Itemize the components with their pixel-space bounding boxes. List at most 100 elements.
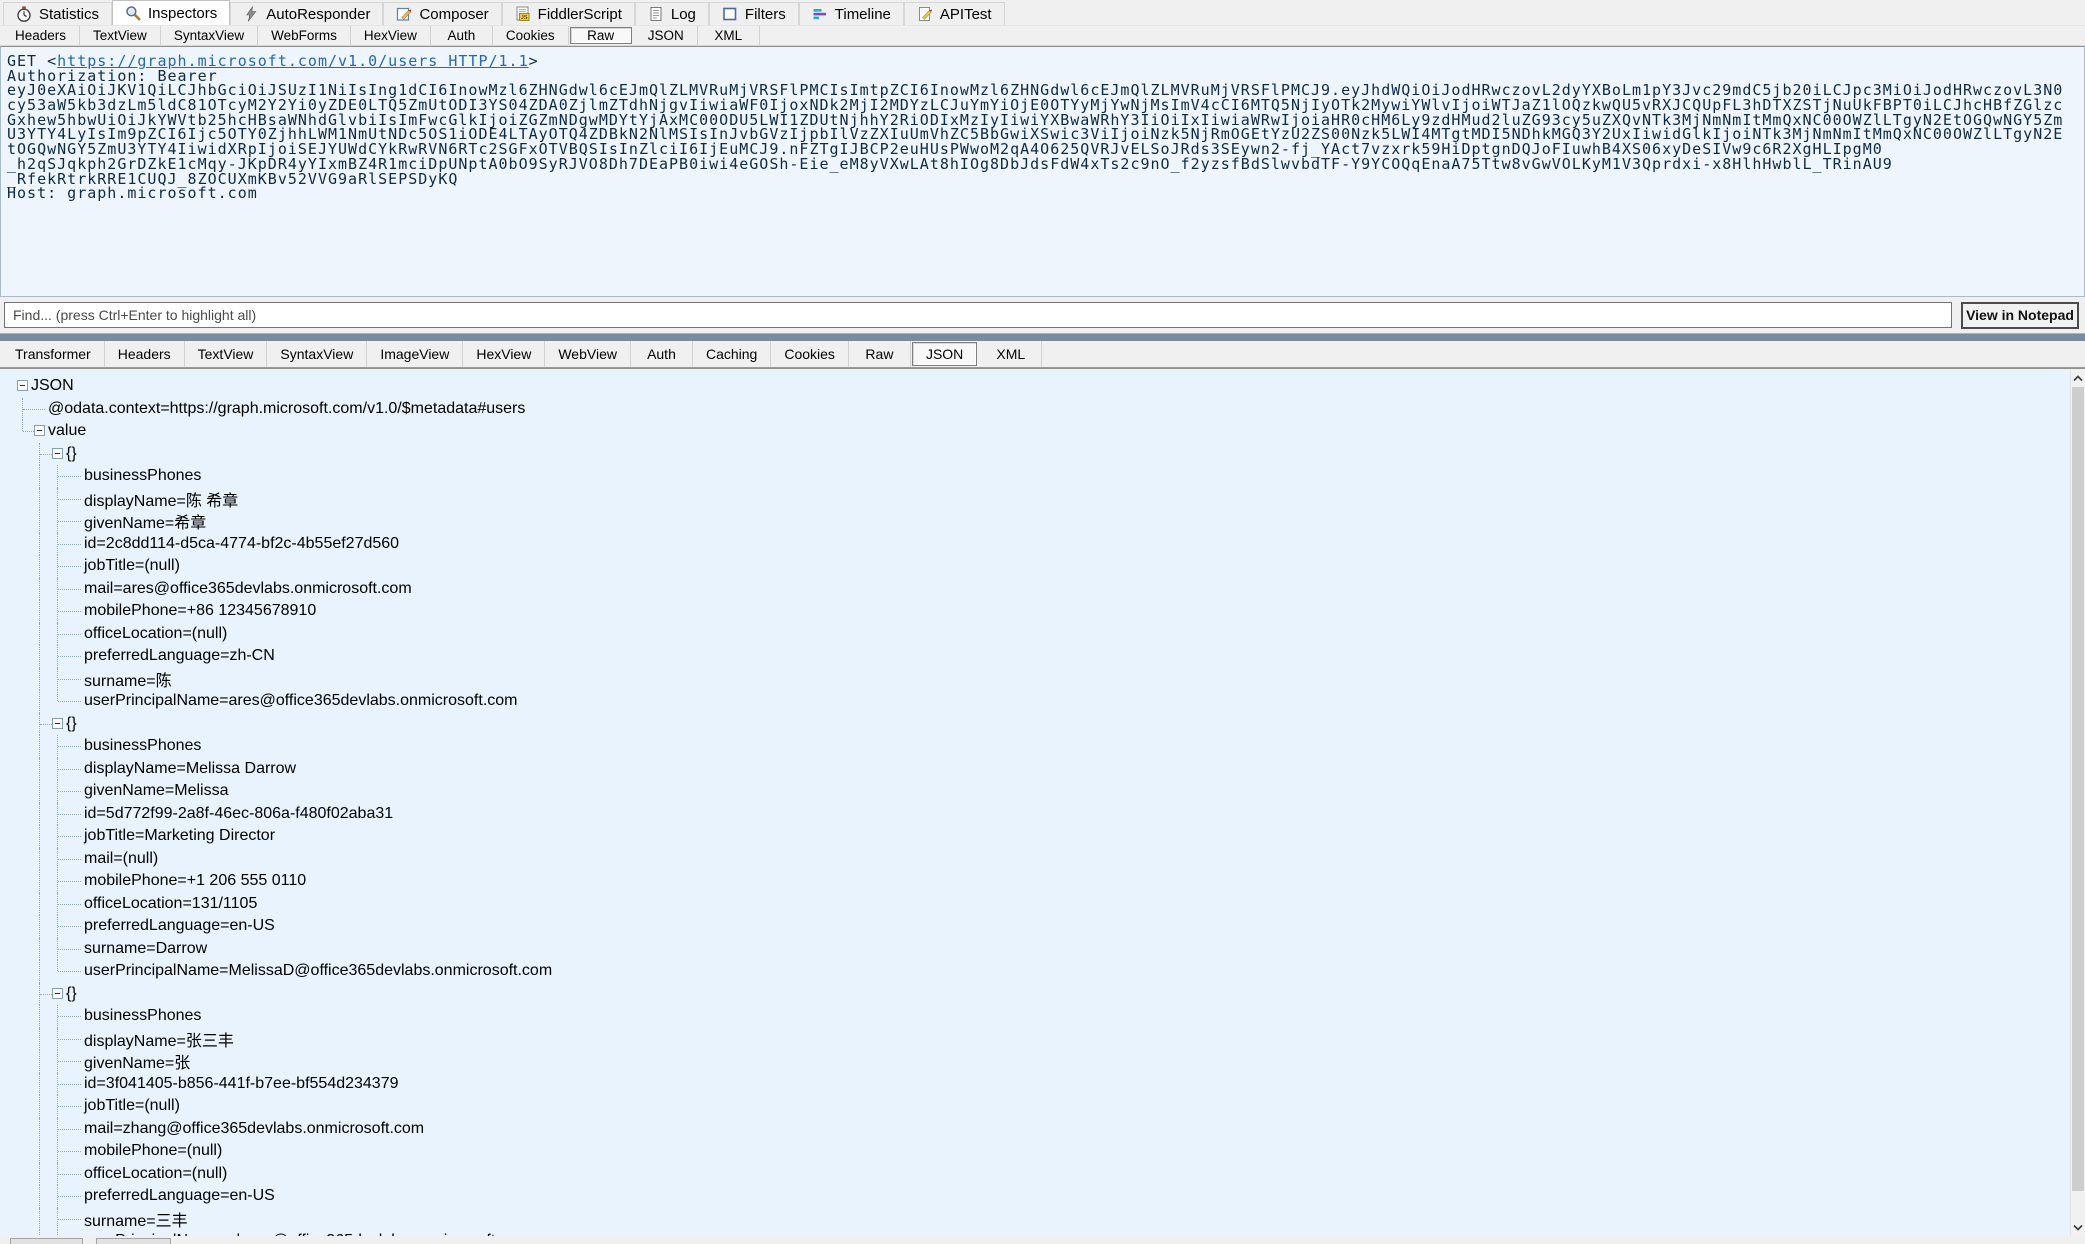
tree-node-label[interactable]: jobTitle=(null) — [84, 557, 180, 575]
find-input[interactable] — [4, 302, 1952, 328]
main-tab-label: Composer — [419, 6, 488, 23]
request-tab-hexview[interactable]: HexView — [351, 26, 431, 45]
tree-node-label[interactable]: surname=陈 — [84, 667, 172, 691]
tree-scrollbar[interactable] — [2070, 369, 2085, 1236]
main-tab-timeline[interactable]: Timeline — [799, 2, 904, 25]
tree-node-label[interactable]: mail=ares@office365devlabs.onmicrosoft.c… — [84, 580, 412, 598]
tree-node-label[interactable]: displayName=陈 希章 — [84, 487, 238, 511]
response-tab-auth[interactable]: Auth — [631, 341, 693, 367]
tree-guide-line — [39, 780, 40, 803]
tree-node-label[interactable]: preferredLanguage=en-US — [84, 1187, 275, 1205]
tree-guide-dash — [58, 1129, 81, 1130]
tree-collapse-icon[interactable] — [52, 718, 63, 729]
request-tab-textview[interactable]: TextView — [80, 26, 161, 45]
tree-guide-dash — [58, 1174, 81, 1175]
tree-node-label[interactable]: surname=三丰 — [84, 1207, 188, 1231]
tree-collapse-icon[interactable] — [34, 425, 45, 436]
tree-node-label[interactable]: givenName=Melissa — [84, 782, 229, 800]
tree-node-label[interactable]: id=5d772f99-2a8f-46ec-806a-f480f02aba31 — [84, 805, 393, 823]
tree-node-label[interactable]: jobTitle=(null) — [84, 1097, 180, 1115]
tree-node-label[interactable]: mail=zhang@office365devlabs.onmicrosoft.… — [84, 1120, 424, 1138]
request-tab-headers[interactable]: Headers — [2, 26, 80, 45]
scroll-down-button[interactable] — [2071, 1218, 2085, 1236]
tree-node-label[interactable]: surname=Darrow — [84, 940, 207, 958]
tree-node-label[interactable]: businessPhones — [84, 737, 201, 755]
response-tab-hexview[interactable]: HexView — [463, 341, 545, 367]
tree-collapse-icon[interactable] — [52, 448, 63, 459]
tree-node-label[interactable]: value — [48, 422, 86, 440]
tree-node-label[interactable]: @odata.context=https://graph.microsoft.c… — [48, 400, 525, 418]
tree-node-label[interactable]: displayName=Melissa Darrow — [84, 760, 296, 778]
response-tab-caching[interactable]: Caching — [693, 341, 771, 367]
main-tab-inspectors[interactable]: Inspectors — [112, 0, 230, 25]
tree-node-label[interactable]: id=3f041405-b856-441f-b7ee-bf554d234379 — [84, 1075, 399, 1093]
tree-node-label[interactable]: mail=(null) — [84, 850, 158, 868]
tree-node-label[interactable]: businessPhones — [84, 467, 201, 485]
response-tab-xml[interactable]: XML — [980, 341, 1042, 367]
tree-node-label[interactable]: displayName=张三丰 — [84, 1027, 234, 1051]
scrollbar-thumb[interactable] — [2072, 387, 2084, 1191]
request-tab-raw[interactable]: Raw — [570, 27, 632, 44]
tree-node-label[interactable]: mobilePhone=(null) — [84, 1142, 222, 1160]
tree-node: businessPhones — [0, 735, 2085, 758]
tree-node: preferredLanguage=en-US — [0, 915, 2085, 938]
main-tab-fiddlerscript[interactable]: JSFiddlerScript — [502, 2, 635, 25]
tree-node-label[interactable]: officeLocation=131/1105 — [84, 895, 257, 913]
request-raw-view[interactable]: GET <https://graph.microsoft.com/v1.0/us… — [0, 46, 2085, 297]
tree-node-label[interactable]: mobilePhone=+1 206 555 0110 — [84, 872, 306, 890]
main-tab-apitest[interactable]: APITest — [904, 2, 1005, 25]
chevron-up-icon — [2073, 369, 2083, 387]
tree-node-label[interactable]: id=2c8dd114-d5ca-4774-bf2c-4b55ef27d560 — [84, 535, 399, 553]
tree-node-label[interactable]: JSON — [31, 377, 74, 395]
tree-node-label[interactable]: preferredLanguage=en-US — [84, 917, 275, 935]
request-tab-xml[interactable]: XML — [698, 26, 760, 45]
tree-node-label[interactable]: userPrincipalName=ares@office365devlabs.… — [84, 692, 517, 710]
tree-guide-line — [39, 893, 40, 916]
tree-node-label[interactable]: {} — [66, 715, 77, 733]
response-tab-json[interactable]: JSON — [912, 342, 977, 366]
response-tab-textview[interactable]: TextView — [185, 341, 268, 367]
tree-node-label[interactable]: userPrincipalName=MelissaD@office365devl… — [84, 962, 552, 980]
response-tab-imageview[interactable]: ImageView — [367, 341, 463, 367]
response-tab-cookies[interactable]: Cookies — [771, 341, 849, 367]
tree-node-label[interactable]: givenName=希章 — [84, 509, 206, 533]
tree-guide-line — [39, 1185, 40, 1208]
response-tab-headers[interactable]: Headers — [105, 341, 185, 367]
tree-node-label[interactable]: {} — [66, 985, 77, 1003]
tree-node: givenName=张 — [0, 1050, 2085, 1073]
scroll-up-button[interactable] — [2071, 369, 2085, 387]
tree-node: mobilePhone=+86 12345678910 — [0, 600, 2085, 623]
response-tab-raw[interactable]: Raw — [849, 341, 911, 367]
tree-node-label[interactable]: givenName=张 — [84, 1049, 190, 1073]
pane-splitter[interactable] — [0, 333, 2085, 341]
main-tab-statistics[interactable]: Statistics — [3, 2, 112, 25]
main-tab-log[interactable]: Log — [635, 2, 709, 25]
tree-guide-dash — [40, 994, 52, 995]
tree-guide-dash — [58, 904, 81, 905]
main-tab-filters[interactable]: Filters — [709, 2, 799, 25]
bottom-left-button-1[interactable] — [10, 1238, 83, 1244]
main-tab-composer[interactable]: Composer — [383, 2, 501, 25]
tree-guide-dash — [58, 589, 81, 590]
lightning-icon — [243, 6, 259, 22]
response-tab-transformer[interactable]: Transformer — [2, 341, 105, 367]
tree-node-label[interactable]: preferredLanguage=zh-CN — [84, 647, 275, 665]
request-tab-cookies[interactable]: Cookies — [493, 26, 569, 45]
tree-node-label[interactable]: businessPhones — [84, 1007, 201, 1025]
view-in-notepad-button[interactable]: View in Notepad — [1961, 302, 2079, 329]
request-tab-syntaxview[interactable]: SyntaxView — [161, 26, 258, 45]
tree-node-label[interactable]: {} — [66, 445, 77, 463]
request-tab-webforms[interactable]: WebForms — [258, 26, 351, 45]
tree-node-label[interactable]: officeLocation=(null) — [84, 1165, 227, 1183]
response-tab-syntaxview[interactable]: SyntaxView — [267, 341, 367, 367]
request-tab-auth[interactable]: Auth — [431, 26, 493, 45]
tree-node-label[interactable]: mobilePhone=+86 12345678910 — [84, 602, 316, 620]
tree-node-label[interactable]: officeLocation=(null) — [84, 625, 227, 643]
bottom-left-button-2[interactable] — [96, 1238, 171, 1244]
response-tab-webview[interactable]: WebView — [545, 341, 631, 367]
request-tab-json[interactable]: JSON — [635, 26, 698, 45]
tree-collapse-icon[interactable] — [17, 380, 28, 391]
main-tab-autoresponder[interactable]: AutoResponder — [230, 2, 383, 25]
tree-collapse-icon[interactable] — [52, 988, 63, 999]
tree-node-label[interactable]: jobTitle=Marketing Director — [84, 827, 275, 845]
